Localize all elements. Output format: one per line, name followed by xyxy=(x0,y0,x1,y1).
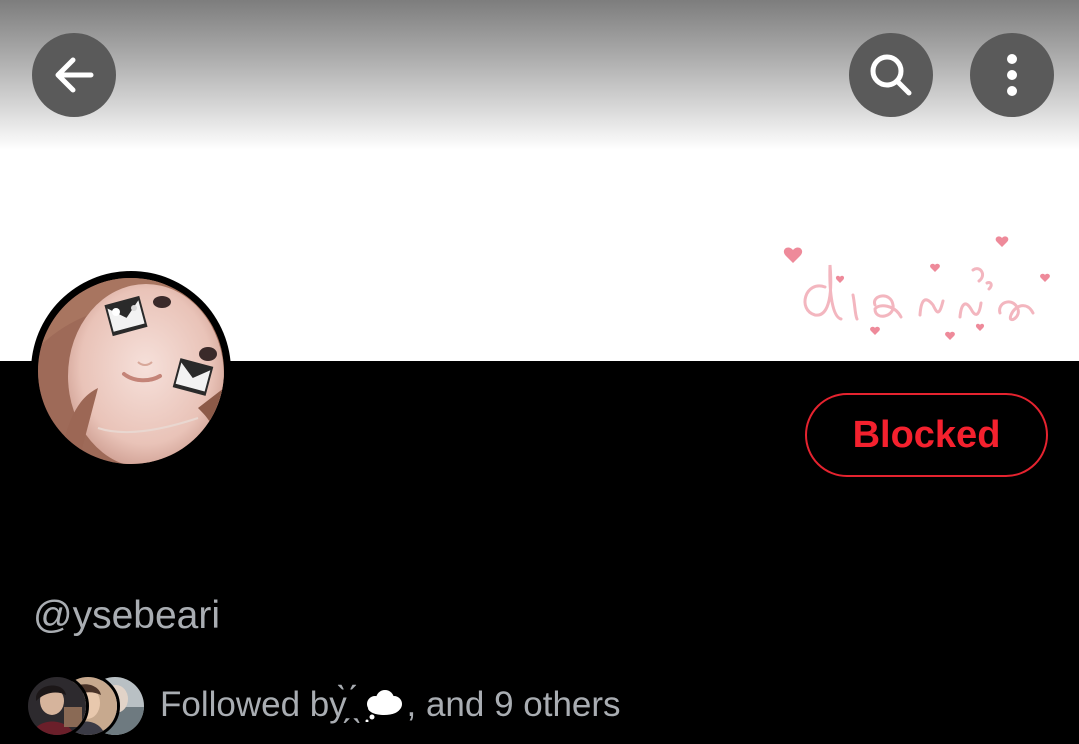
follower-avatars xyxy=(25,672,151,738)
search-icon xyxy=(870,54,912,96)
back-button[interactable] xyxy=(32,33,116,117)
followed-by-prefix: Followed by xyxy=(160,685,347,724)
more-options-button[interactable] xyxy=(970,33,1054,117)
followed-by-text: Followed by ̗̀ ̖́ , and 9 others xyxy=(160,685,621,725)
followed-by-suffix: , and 9 others xyxy=(406,685,621,724)
search-button[interactable] xyxy=(849,33,933,117)
profile-screen: Blocked @ysebeari Followed by ̗̀ ̖́ , an… xyxy=(0,0,1079,744)
follower-avatar xyxy=(25,674,89,738)
profile-handle: @ysebeari xyxy=(33,594,221,637)
cloud-emoji-icon[interactable] xyxy=(363,688,405,722)
followed-by-row[interactable]: Followed by ̗̀ ̖́ , and 9 others xyxy=(25,672,621,738)
more-vertical-icon xyxy=(1007,54,1017,96)
blocked-button-label: Blocked xyxy=(852,413,1001,456)
banner-doodle xyxy=(783,236,1050,340)
blocked-button[interactable]: Blocked xyxy=(805,393,1048,477)
arrow-left-icon xyxy=(55,57,94,93)
follower-name[interactable]: ̗̀ ̖́ xyxy=(347,685,357,725)
profile-avatar[interactable] xyxy=(31,271,231,471)
avatar-photo xyxy=(38,278,224,464)
